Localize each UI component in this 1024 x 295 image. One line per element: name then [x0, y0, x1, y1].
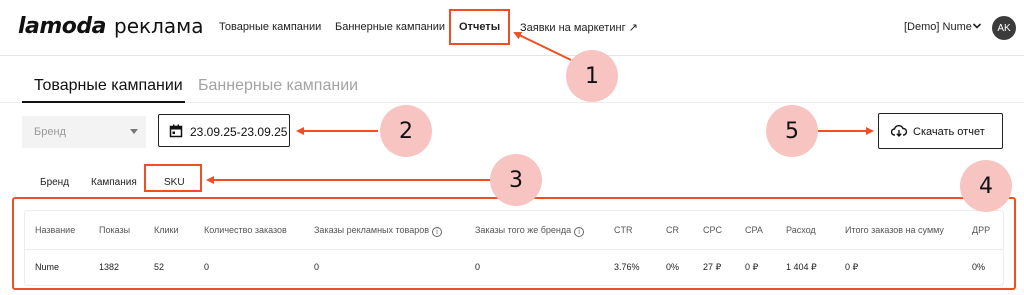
avatar[interactable]: AK	[992, 16, 1016, 40]
subtab-brand[interactable]: Бренд	[40, 177, 69, 188]
chevron-down-icon[interactable]	[972, 21, 982, 31]
nav-marketing-requests[interactable]: Заявки на маркетинг ↗	[520, 21, 638, 34]
nav-product-campaigns[interactable]: Товарные кампании	[219, 21, 321, 33]
logo-subtitle: реклама	[114, 14, 204, 38]
col-header-cpa[interactable]: CPA	[745, 225, 763, 235]
col-header-ad-orders-label: Заказы рекламных товаров	[314, 225, 430, 235]
subtab-campaign[interactable]: Кампания	[91, 177, 137, 188]
logo-wordmark: lamoda	[18, 14, 107, 39]
date-range-picker[interactable]: 23.09.25-23.09.25	[158, 114, 290, 147]
callout-2: 2	[380, 105, 432, 157]
calendar-icon	[169, 124, 183, 138]
col-header-ad-orders[interactable]: Заказы рекламных товаров i	[314, 225, 443, 237]
col-header-spend[interactable]: Расход	[786, 225, 816, 235]
nav-banner-campaigns[interactable]: Баннерные кампании	[335, 21, 445, 33]
col-header-clicks[interactable]: Клики	[154, 225, 179, 235]
col-header-cr[interactable]: CR	[666, 225, 679, 235]
cell-total-orders-sum: 0 ₽	[845, 262, 859, 272]
download-report-label: Скачать отчет	[913, 126, 985, 138]
col-header-brand-orders-label: Заказы того же бренда	[475, 225, 572, 235]
table-header-divider	[24, 249, 1004, 250]
active-tab-indicator	[22, 101, 185, 103]
callout-3: 3	[490, 154, 542, 206]
cell-cpa: 0 ₽	[745, 262, 759, 272]
brand-select[interactable]: Бренд	[22, 116, 146, 148]
cell-cpc: 27 ₽	[703, 262, 722, 272]
info-icon[interactable]: i	[432, 227, 443, 237]
tab-product-campaigns[interactable]: Товарные кампании	[34, 77, 183, 95]
col-header-total-orders-sum[interactable]: Итого заказов на сумму	[845, 225, 944, 235]
nav-reports-highlight	[449, 9, 510, 45]
info-icon[interactable]: i	[574, 227, 585, 237]
header-divider	[0, 55, 1024, 56]
caret-down-icon	[130, 129, 138, 134]
cell-ad-orders: 0	[314, 262, 320, 272]
cloud-download-icon	[891, 125, 907, 137]
brand-select-placeholder: Бренд	[34, 126, 66, 138]
col-header-impressions[interactable]: Показы	[99, 225, 130, 235]
cell-impressions: 1382	[99, 262, 120, 272]
col-header-ctr[interactable]: CTR	[614, 225, 633, 235]
date-range-value: 23.09.25-23.09.25	[190, 125, 288, 139]
user-menu-label[interactable]: [Demo] Nume	[904, 21, 972, 33]
lamoda-logo[interactable]: lamoda реклама	[18, 14, 204, 40]
cell-orders-count: 0	[204, 262, 210, 272]
col-header-name[interactable]: Название	[35, 225, 75, 235]
report-table	[24, 210, 1004, 286]
cell-cr: 0%	[666, 262, 680, 272]
cell-clicks: 52	[154, 262, 165, 272]
download-report-button[interactable]: Скачать отчет	[878, 113, 1003, 149]
callout-5: 5	[766, 105, 818, 157]
col-header-cpc[interactable]: CPC	[703, 225, 722, 235]
col-header-drr[interactable]: ДРР	[972, 225, 990, 235]
callout-4: 4	[960, 160, 1012, 212]
subtab-sku[interactable]: SKU	[164, 177, 185, 188]
callout-1: 1	[566, 50, 618, 102]
col-header-brand-orders[interactable]: Заказы того же бренда i	[475, 225, 585, 237]
cell-drr: 0%	[972, 262, 986, 272]
cell-name: Nume	[35, 262, 60, 272]
avatar-initials: AK	[997, 22, 1011, 34]
col-header-orders-count[interactable]: Количество заказов	[204, 225, 287, 235]
cell-spend: 1 404 ₽	[786, 262, 817, 272]
cell-ctr: 3.76%	[614, 262, 640, 272]
tab-banner-campaigns[interactable]: Баннерные кампании	[198, 77, 358, 95]
cell-brand-orders: 0	[475, 262, 481, 272]
